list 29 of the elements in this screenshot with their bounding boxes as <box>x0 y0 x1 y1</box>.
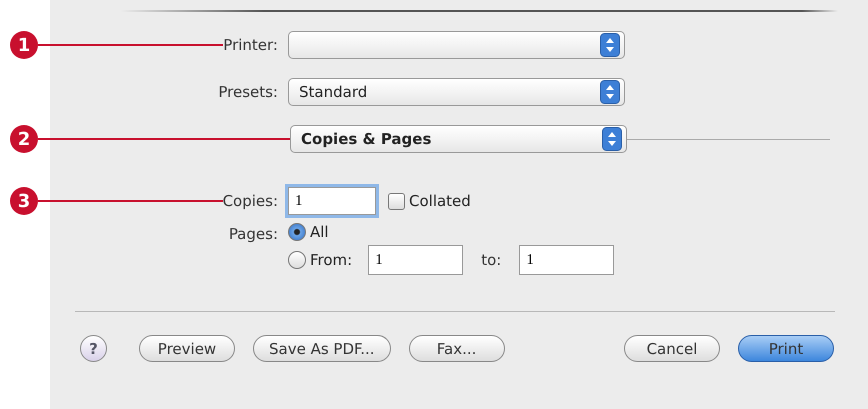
dialog-button[interactable]: Fax... <box>408 335 505 362</box>
from-field[interactable]: 1 <box>368 245 464 275</box>
presets-popup[interactable]: Standard <box>288 78 625 106</box>
dialog-button[interactable]: Cancel <box>624 335 720 362</box>
callout-number: 2 <box>10 125 38 153</box>
panel-popup[interactable]: Copies & Pages <box>290 125 627 153</box>
collated-label: Collated <box>409 192 471 210</box>
stepper-icon <box>602 127 622 151</box>
copies-field[interactable]: 1 <box>288 187 376 215</box>
radio-label: From: <box>310 251 352 269</box>
dialog-button[interactable]: Print <box>738 335 834 362</box>
pages-label: Pages: <box>228 225 278 243</box>
collated-checkbox[interactable] <box>388 192 405 210</box>
radio-button[interactable] <box>288 251 306 269</box>
help-button[interactable]: ? <box>80 335 107 362</box>
presets-label: Presets: <box>218 83 278 101</box>
stepper-icon <box>600 80 620 104</box>
dialog-button[interactable]: Preview <box>139 335 235 362</box>
radio-button[interactable] <box>288 223 306 241</box>
stepper-icon <box>600 33 620 57</box>
to-field[interactable]: 1 <box>519 245 614 275</box>
callout-number: 3 <box>10 187 38 215</box>
to-label: to: <box>481 251 502 269</box>
printer-label: Printer: <box>223 36 278 54</box>
copies-label: Copies: <box>222 192 278 210</box>
dialog-button[interactable]: Save As PDF... <box>253 335 391 362</box>
callout-number: 1 <box>10 31 38 59</box>
radio-label: All <box>310 223 329 241</box>
printer-popup[interactable] <box>288 31 625 59</box>
